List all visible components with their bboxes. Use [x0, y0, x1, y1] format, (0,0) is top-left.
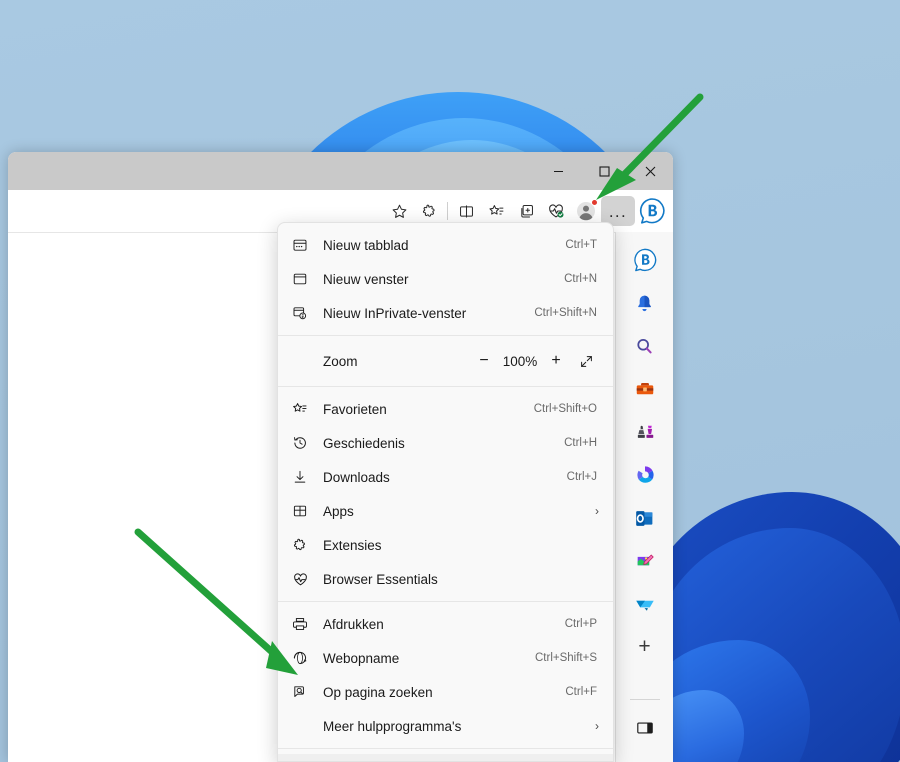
zoom-out-button[interactable]: − [469, 347, 499, 375]
microsoft-365-icon[interactable] [627, 457, 663, 493]
history-icon [292, 435, 318, 451]
menu-item-shortcut: Ctrl+T [565, 239, 597, 251]
screenshot-root: ... + Nieuw tabblad Ctrl+T Nieuw venster… [0, 0, 900, 762]
shopping-cart-icon[interactable] [627, 586, 663, 622]
outlook-icon[interactable] [627, 500, 663, 536]
toolbar-divider [447, 202, 448, 220]
menu-item-shortcut: Ctrl+P [564, 618, 597, 630]
menu-item-label: Nieuw tabblad [323, 237, 409, 253]
panel-toggle-icon[interactable] [627, 710, 663, 746]
menu-item-shortcut: Ctrl+F [565, 686, 597, 698]
menu-divider [278, 335, 613, 336]
menu-item-shortcut: Ctrl+Shift+O [533, 403, 597, 415]
menu-item-label: Nieuw InPrivate-venster [323, 305, 467, 321]
menu-item-geschiedenis[interactable]: Geschiedenis Ctrl+H [278, 426, 613, 460]
menu-item-apps[interactable]: Apps › [278, 494, 613, 528]
menu-item-extensies[interactable]: Extensies [278, 528, 613, 562]
heartbeat-icon [292, 571, 318, 588]
extensions-puzzle-icon [292, 537, 318, 553]
inprivate-icon [292, 305, 318, 321]
menu-item-label: Nieuw venster [323, 271, 409, 287]
copilot-bing-icon[interactable] [627, 242, 663, 278]
menu-item-label: Webopname [323, 650, 400, 666]
web-capture-icon [292, 650, 318, 666]
designer-icon[interactable] [627, 543, 663, 579]
menu-item-label: Apps [323, 503, 354, 519]
favorites-icon [292, 401, 318, 417]
menu-divider [278, 601, 613, 602]
menu-item-label: Extensies [323, 537, 382, 553]
toolbox-icon[interactable] [627, 371, 663, 407]
menu-item-shortcut: Ctrl+H [564, 437, 597, 449]
menu-item-favorieten[interactable]: Favorieten Ctrl+Shift+O [278, 392, 613, 426]
menu-item-browser-essentials[interactable]: Browser Essentials [278, 562, 613, 596]
chevron-right-icon: › [595, 719, 599, 733]
menu-item-afdrukken[interactable]: Afdrukken Ctrl+P [278, 607, 613, 641]
downloads-icon [292, 469, 318, 485]
menu-item-webopname[interactable]: Webopname Ctrl+Shift+S [278, 641, 613, 675]
plus-icon[interactable]: + [627, 629, 663, 665]
menu-item-label: Browser Essentials [323, 571, 438, 587]
menu-item-shortcut: Ctrl+J [566, 471, 597, 483]
menu-item-label: Downloads [323, 469, 390, 485]
menu-item-instellingen[interactable]: Instellingen [278, 754, 613, 761]
search-icon[interactable] [627, 328, 663, 364]
menu-item-label: Op pagina zoeken [323, 684, 433, 700]
menu-divider [278, 386, 613, 387]
games-icon[interactable] [627, 414, 663, 450]
menu-item-op-pagina-zoeken[interactable]: Op pagina zoeken Ctrl+F [278, 675, 613, 709]
profile-notification-dot [591, 199, 598, 206]
menu-item-downloads[interactable]: Downloads Ctrl+J [278, 460, 613, 494]
copilot-bing-icon[interactable] [635, 194, 669, 228]
menu-item-label: Favorieten [323, 401, 387, 417]
menu-zoom-row: Zoom − 100% + [278, 341, 613, 381]
bell-icon[interactable] [627, 285, 663, 321]
zoom-level-value: 100% [502, 353, 538, 369]
more-menu-label: ... [608, 201, 628, 221]
menu-item-label: Afdrukken [323, 616, 384, 632]
menu-item-shortcut: Ctrl+Shift+N [534, 307, 597, 319]
close-button[interactable] [627, 152, 673, 190]
apps-icon [292, 503, 318, 519]
printer-icon [292, 616, 318, 632]
menu-item-label: Geschiedenis [323, 435, 405, 451]
window-titlebar [8, 152, 673, 190]
menu-item-nieuw-tabblad[interactable]: Nieuw tabblad Ctrl+T [278, 228, 613, 262]
new-tab-icon [292, 237, 318, 253]
menu-item-label: Meer hulpprogramma's [323, 718, 462, 734]
zoom-label: Zoom [323, 353, 358, 369]
menu-item-shortcut: Ctrl+Shift+S [535, 652, 597, 664]
edge-sidebar: + [616, 232, 673, 762]
fullscreen-icon[interactable] [571, 347, 601, 375]
menu-item-meer-hulpprogrammas[interactable]: Meer hulpprogramma's › [278, 709, 613, 743]
sidebar-divider [629, 699, 660, 700]
zoom-in-button[interactable]: + [541, 347, 571, 375]
menu-divider [278, 748, 613, 749]
maximize-button[interactable] [581, 152, 627, 190]
chevron-right-icon: › [595, 504, 599, 518]
minimize-button[interactable] [535, 152, 581, 190]
new-window-icon [292, 271, 318, 287]
menu-item-nieuw-inprivate-venster[interactable]: Nieuw InPrivate-venster Ctrl+Shift+N [278, 296, 613, 330]
menu-item-nieuw-venster[interactable]: Nieuw venster Ctrl+N [278, 262, 613, 296]
find-on-page-icon [292, 684, 318, 700]
edge-more-menu: Nieuw tabblad Ctrl+T Nieuw venster Ctrl+… [277, 222, 614, 762]
menu-item-shortcut: Ctrl+N [564, 273, 597, 285]
